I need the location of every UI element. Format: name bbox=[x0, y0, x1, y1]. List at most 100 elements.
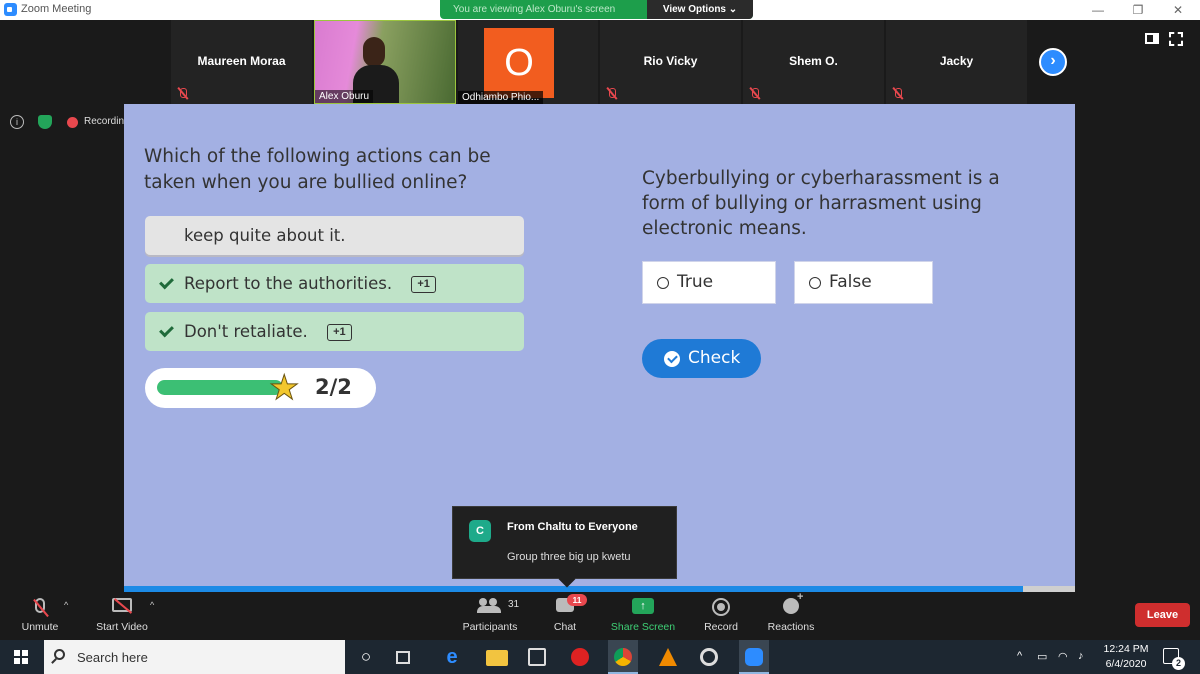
participants-button[interactable]: 31 Participants bbox=[455, 592, 525, 640]
false-label: False bbox=[829, 272, 872, 292]
chat-message: Group three big up kwetu bbox=[507, 551, 631, 563]
answer-option[interactable]: keep quite about it. bbox=[145, 216, 524, 255]
close-icon[interactable]: ✕ bbox=[1158, 0, 1198, 20]
muted-mic-icon bbox=[606, 87, 618, 101]
check-icon bbox=[159, 274, 174, 290]
radio-icon bbox=[657, 277, 669, 289]
true-option[interactable]: True bbox=[642, 261, 776, 304]
reactions-icon bbox=[783, 591, 803, 614]
avatar: O bbox=[484, 28, 554, 98]
chat-unread-badge: 11 bbox=[567, 594, 587, 606]
record-button[interactable]: Record bbox=[696, 592, 746, 640]
participant-tile[interactable]: Maureen Moraa bbox=[171, 20, 312, 104]
participant-tile[interactable]: Rio Vicky bbox=[600, 20, 741, 104]
view-layout-controls bbox=[1145, 32, 1190, 48]
view-options-button[interactable]: View Options ⌄ bbox=[647, 0, 753, 19]
video-off-icon bbox=[112, 598, 132, 612]
start-video-button[interactable]: Start Video bbox=[88, 592, 156, 640]
participant-tile[interactable]: Jacky bbox=[886, 20, 1027, 104]
points-badge: +1 bbox=[327, 324, 352, 341]
participant-name: Shem O. bbox=[789, 54, 838, 68]
record-label: Record bbox=[704, 621, 738, 633]
participant-name: Odhiambo Phio... bbox=[458, 91, 544, 104]
muted-mic-icon bbox=[892, 87, 904, 101]
video-options-chevron-icon[interactable]: ^ bbox=[150, 600, 154, 610]
share-screen-label: Share Screen bbox=[610, 621, 676, 633]
restore-icon[interactable]: ❐ bbox=[1118, 0, 1158, 20]
chrome-icon bbox=[614, 648, 632, 666]
reactions-button[interactable]: Reactions bbox=[761, 591, 821, 640]
fullscreen-icon[interactable] bbox=[1169, 32, 1183, 46]
participant-tile[interactable]: O Odhiambo Phio... bbox=[458, 20, 598, 104]
participant-strip: Maureen Moraa Alex Oburu O Odhiambo Phio… bbox=[0, 20, 1200, 104]
reactions-label: Reactions bbox=[767, 621, 815, 633]
points-badge: +1 bbox=[411, 276, 436, 293]
battery-icon[interactable]: ▭ bbox=[1037, 650, 1047, 663]
info-icon[interactable]: i bbox=[10, 115, 24, 129]
taskbar-active-app[interactable] bbox=[739, 640, 769, 674]
minimize-icon[interactable]: — bbox=[1078, 0, 1118, 20]
check-icon bbox=[159, 322, 174, 338]
media-app-icon[interactable] bbox=[700, 648, 718, 666]
system-clock[interactable]: 12:24 PM 6/4/2020 bbox=[1099, 642, 1153, 672]
participants-icon bbox=[477, 598, 501, 613]
score-progress: ★ 2/2 bbox=[145, 368, 376, 408]
answer-option-correct[interactable]: Report to the authorities. +1 bbox=[145, 264, 524, 303]
recording-label: Recording bbox=[84, 116, 130, 127]
window-title: Zoom Meeting bbox=[21, 3, 92, 15]
app-icon[interactable] bbox=[571, 648, 589, 666]
next-page-chevron-icon[interactable]: › bbox=[1039, 48, 1067, 76]
zoom-window: Zoom Meeting You are viewing Alex Oburu'… bbox=[0, 0, 1200, 674]
unmute-label: Unmute bbox=[21, 621, 59, 633]
zoom-taskbar-icon bbox=[745, 648, 763, 666]
search-icon bbox=[54, 649, 65, 660]
chat-notification[interactable]: C From Chaltu to Everyone Group three bi… bbox=[452, 506, 677, 588]
participant-name: Maureen Moraa bbox=[197, 54, 286, 68]
taskbar-search-box[interactable]: Search here bbox=[44, 640, 345, 674]
chat-sender: From Chaltu to Everyone bbox=[507, 521, 638, 533]
check-button-label: Check bbox=[688, 348, 741, 368]
speaker-view-icon[interactable] bbox=[1145, 33, 1159, 44]
clock-date: 6/4/2020 bbox=[1105, 658, 1147, 670]
file-explorer-icon[interactable] bbox=[486, 650, 508, 666]
tray-chevron-icon[interactable]: ^ bbox=[1017, 650, 1022, 662]
notification-count: 2 bbox=[1172, 657, 1185, 670]
unmute-button[interactable]: Unmute bbox=[10, 592, 70, 640]
answer-text: keep quite about it. bbox=[184, 226, 346, 245]
share-screen-icon: ↑ bbox=[632, 598, 654, 614]
chat-sender-avatar: C bbox=[469, 520, 491, 542]
cortana-icon[interactable]: ○ bbox=[355, 646, 377, 668]
score-text: 2/2 bbox=[315, 375, 352, 399]
share-screen-button[interactable]: ↑ Share Screen bbox=[608, 592, 678, 640]
radio-icon bbox=[809, 277, 821, 289]
star-icon: ★ bbox=[268, 369, 300, 408]
vlc-icon[interactable] bbox=[659, 648, 677, 666]
check-button[interactable]: Check bbox=[642, 339, 761, 378]
muted-mic-icon bbox=[749, 87, 761, 101]
windows-taskbar: Search here ○ e ^ ▭ ◠ ♪ 12:24 PM 6/4/202… bbox=[0, 640, 1200, 674]
answer-text: Report to the authorities. bbox=[184, 274, 393, 293]
windows-start-icon[interactable] bbox=[14, 650, 28, 664]
progress-bar bbox=[157, 380, 283, 395]
answer-option-correct[interactable]: Don't retaliate. +1 bbox=[145, 312, 524, 351]
audio-options-chevron-icon[interactable]: ^ bbox=[64, 600, 68, 610]
notification-center-icon[interactable]: 2 bbox=[1163, 648, 1185, 670]
store-icon[interactable] bbox=[528, 648, 546, 666]
shield-icon[interactable] bbox=[38, 115, 52, 129]
participant-video-tile[interactable]: Alex Oburu bbox=[314, 20, 456, 104]
false-option[interactable]: False bbox=[794, 261, 933, 304]
muted-mic-icon bbox=[177, 87, 189, 101]
task-view-icon[interactable] bbox=[396, 651, 410, 664]
participant-tile[interactable]: Shem O. bbox=[743, 20, 884, 104]
wifi-icon[interactable]: ◠ bbox=[1058, 650, 1068, 663]
leave-button[interactable]: Leave bbox=[1135, 603, 1190, 627]
muted-mic-icon bbox=[35, 598, 45, 613]
question-2: Cyberbullying or cyberharassment is a fo… bbox=[642, 168, 1000, 239]
question-1: Which of the following actions can be ta… bbox=[144, 146, 491, 193]
start-video-label: Start Video bbox=[96, 621, 148, 633]
viewing-banner: You are viewing Alex Oburu's screen View… bbox=[440, 0, 753, 19]
meeting-toolbar: Unmute ^ Start Video ^ 31 Participants C… bbox=[0, 591, 1200, 640]
taskbar-active-app[interactable] bbox=[608, 640, 638, 674]
edge-browser-icon[interactable]: e bbox=[441, 646, 463, 668]
volume-icon[interactable]: ♪ bbox=[1078, 650, 1084, 662]
